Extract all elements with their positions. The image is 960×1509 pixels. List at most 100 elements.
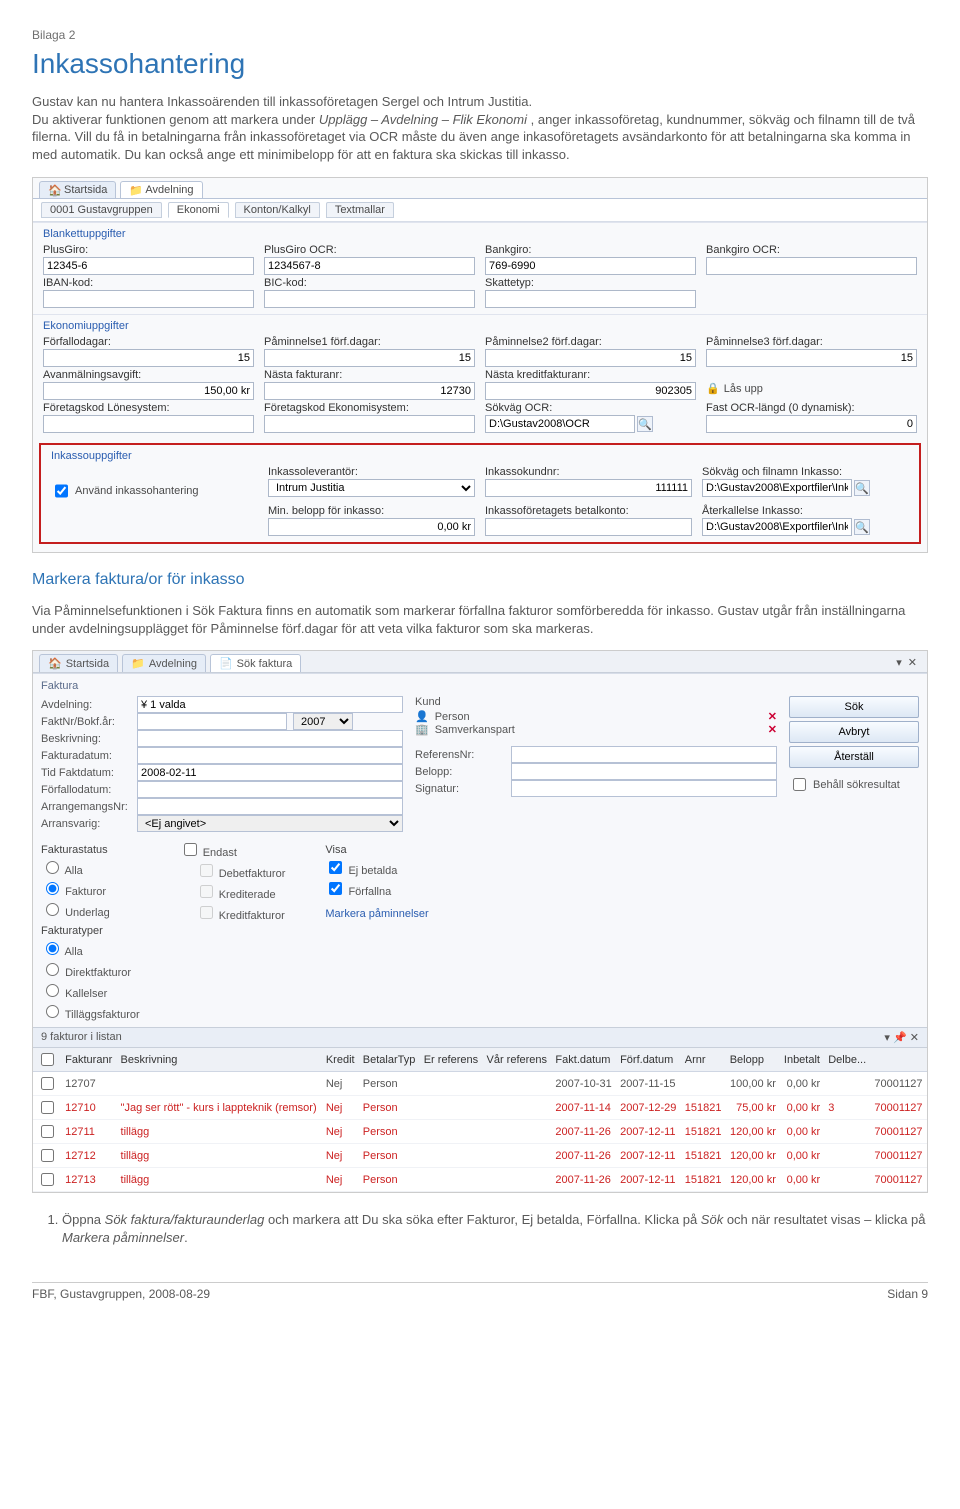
- typ-kallelser-radio[interactable]: [46, 984, 59, 997]
- row-checkbox[interactable]: [41, 1101, 54, 1114]
- paminnelse1-input[interactable]: [264, 349, 475, 367]
- home-icon: 🏠: [48, 184, 60, 196]
- org-icon: 🏢: [415, 723, 429, 736]
- signatur-input[interactable]: [511, 780, 777, 797]
- iban-input[interactable]: [43, 290, 254, 308]
- sok-button[interactable]: Sök: [789, 696, 919, 718]
- markera-paminnelser-link[interactable]: Markera påminnelser: [325, 908, 428, 920]
- row-checkbox[interactable]: [41, 1077, 54, 1090]
- page-title: Inkassohantering: [32, 48, 928, 80]
- row-checkbox[interactable]: [41, 1149, 54, 1162]
- screenshot-sok-faktura: 🏠 Startsida 📁 Avdelning 📄 Sök faktura ▾ ✕…: [32, 650, 928, 1193]
- intro-paragraph: Gustav kan nu hantera Inkassoärenden til…: [32, 93, 928, 163]
- nasta-fakturanr-input[interactable]: [264, 382, 475, 400]
- anvand-inkasso-checkbox[interactable]: [55, 482, 68, 500]
- referensnr-input[interactable]: [511, 746, 777, 763]
- forfallodagar-input[interactable]: [43, 349, 254, 367]
- betalkonto-input[interactable]: [485, 518, 692, 536]
- fast-ocr-input[interactable]: [706, 415, 917, 433]
- inkassokundnr-input[interactable]: [485, 479, 692, 497]
- clear-person-icon[interactable]: ✕: [768, 710, 777, 723]
- status-underlag-radio[interactable]: [46, 903, 59, 916]
- min-belopp-input[interactable]: [268, 518, 475, 536]
- arrangemangsnr-input[interactable]: [137, 798, 403, 815]
- beskrivning-input[interactable]: [137, 730, 403, 747]
- forfallodatum-input[interactable]: [137, 781, 403, 798]
- table-row[interactable]: 12707NejPerson2007-10-312007-11-15100,00…: [33, 1072, 927, 1096]
- bankgiro-ocr-input[interactable]: [706, 257, 917, 275]
- avdelning-input[interactable]: [137, 696, 403, 713]
- table-row[interactable]: 12712tilläggNejPerson2007-11-262007-12-1…: [33, 1144, 927, 1168]
- behall-checkbox[interactable]: [793, 778, 806, 791]
- avbryt-button[interactable]: Avbryt: [789, 721, 919, 743]
- paminnelse2-input[interactable]: [485, 349, 696, 367]
- search-icon[interactable]: 🔍: [637, 416, 653, 432]
- bankgiro-input[interactable]: [485, 257, 696, 275]
- belopp-input[interactable]: [511, 763, 777, 780]
- forfallna-checkbox[interactable]: [329, 882, 342, 895]
- paminnelse3-input[interactable]: [706, 349, 917, 367]
- ej-betalda-checkbox[interactable]: [329, 861, 342, 874]
- table-row[interactable]: 12711tilläggNejPerson2007-11-262007-12-1…: [33, 1120, 927, 1144]
- screenshot-avdelning-ekonomi: 🏠Startsida 📁Avdelning 0001 Gustavgruppen…: [32, 177, 928, 553]
- subtab-konton[interactable]: Konton/Kalkyl: [235, 202, 320, 218]
- dropdown-icon[interactable]: ▾: [884, 1032, 890, 1044]
- row-checkbox[interactable]: [41, 1173, 54, 1186]
- select-all-checkbox[interactable]: [41, 1053, 54, 1066]
- endast-checkbox[interactable]: [184, 843, 197, 856]
- table-row[interactable]: 12713tilläggNejPerson2007-11-262007-12-1…: [33, 1168, 927, 1192]
- close-icon[interactable]: ✕: [910, 1032, 919, 1044]
- plusgiro-ocr-input[interactable]: [264, 257, 475, 275]
- result-count: 9 fakturor i listan: [41, 1031, 122, 1044]
- kreditfakt-checkbox: [200, 906, 213, 919]
- typ-alla-radio[interactable]: [46, 942, 59, 955]
- typ-direkt-radio[interactable]: [46, 963, 59, 976]
- aterkallelse-input[interactable]: [702, 518, 852, 536]
- tab-avdelning[interactable]: 📁Avdelning: [120, 181, 202, 198]
- subtab-ekonomi[interactable]: Ekonomi: [168, 202, 229, 218]
- inkassoleverantor-select[interactable]: Intrum Justitia: [268, 479, 475, 497]
- sokvag-ocr-input[interactable]: [485, 415, 635, 433]
- tab-sok-faktura[interactable]: 📄 Sök faktura: [210, 654, 301, 672]
- bic-input[interactable]: [264, 290, 475, 308]
- pin-icon[interactable]: 📌: [893, 1032, 907, 1044]
- status-fakturor-radio[interactable]: [46, 882, 59, 895]
- row-checkbox[interactable]: [41, 1125, 54, 1138]
- sokvag-inkasso-input[interactable]: [702, 479, 852, 497]
- subtab-textmallar[interactable]: Textmallar: [326, 202, 394, 218]
- foretagskod-ekonomi-input[interactable]: [264, 415, 475, 433]
- table-row[interactable]: 12710"Jag ser rött" - kurs i lappteknik …: [33, 1096, 927, 1120]
- section-ekonomi: Ekonomiuppgifter: [33, 314, 927, 334]
- avanmalningsavgift-input[interactable]: [43, 382, 254, 400]
- markera-heading: Markera faktura/or för inkasso: [32, 571, 928, 589]
- skattetyp-input[interactable]: [485, 290, 696, 308]
- plusgiro-input[interactable]: [43, 257, 254, 275]
- search-icon[interactable]: 🔍: [854, 480, 870, 496]
- tab-avdelning[interactable]: 📁 Avdelning: [122, 654, 206, 672]
- footer-right: Sidan 9: [887, 1287, 928, 1301]
- pane-title: Faktura: [41, 680, 919, 692]
- search-icon[interactable]: 🔍: [854, 519, 870, 535]
- krediterade-checkbox: [200, 885, 213, 898]
- dropdown-icon[interactable]: ▾: [896, 656, 902, 670]
- doc-icon: 📄: [219, 657, 233, 670]
- status-alla-radio[interactable]: [46, 861, 59, 874]
- nasta-kreditfakturanr-input[interactable]: [485, 382, 696, 400]
- foretagskod-lone-input[interactable]: [43, 415, 254, 433]
- faktnr-input[interactable]: [137, 713, 287, 730]
- tab-startsida[interactable]: 🏠Startsida: [39, 181, 116, 198]
- las-upp-link[interactable]: Lås upp: [724, 383, 763, 395]
- typ-tillaggs-radio[interactable]: [46, 1005, 59, 1018]
- fakturadatum-input[interactable]: [137, 747, 403, 764]
- tab-startsida[interactable]: 🏠 Startsida: [39, 654, 118, 672]
- clear-samv-icon[interactable]: ✕: [768, 723, 777, 736]
- bokfar-select[interactable]: 2007: [293, 713, 353, 730]
- org-selector[interactable]: 0001 Gustavgruppen: [41, 202, 162, 218]
- samverkanspart-link[interactable]: Samverkanspart: [435, 724, 515, 736]
- kund-person-link[interactable]: Person: [435, 711, 470, 723]
- aterstall-button[interactable]: Återställ: [789, 746, 919, 768]
- arransvarig-select[interactable]: <Ej angivet>: [137, 815, 403, 832]
- tid-faktdatum-input[interactable]: [137, 764, 403, 781]
- lock-icon: 🔒: [706, 382, 720, 395]
- close-icon[interactable]: ✕: [908, 656, 917, 670]
